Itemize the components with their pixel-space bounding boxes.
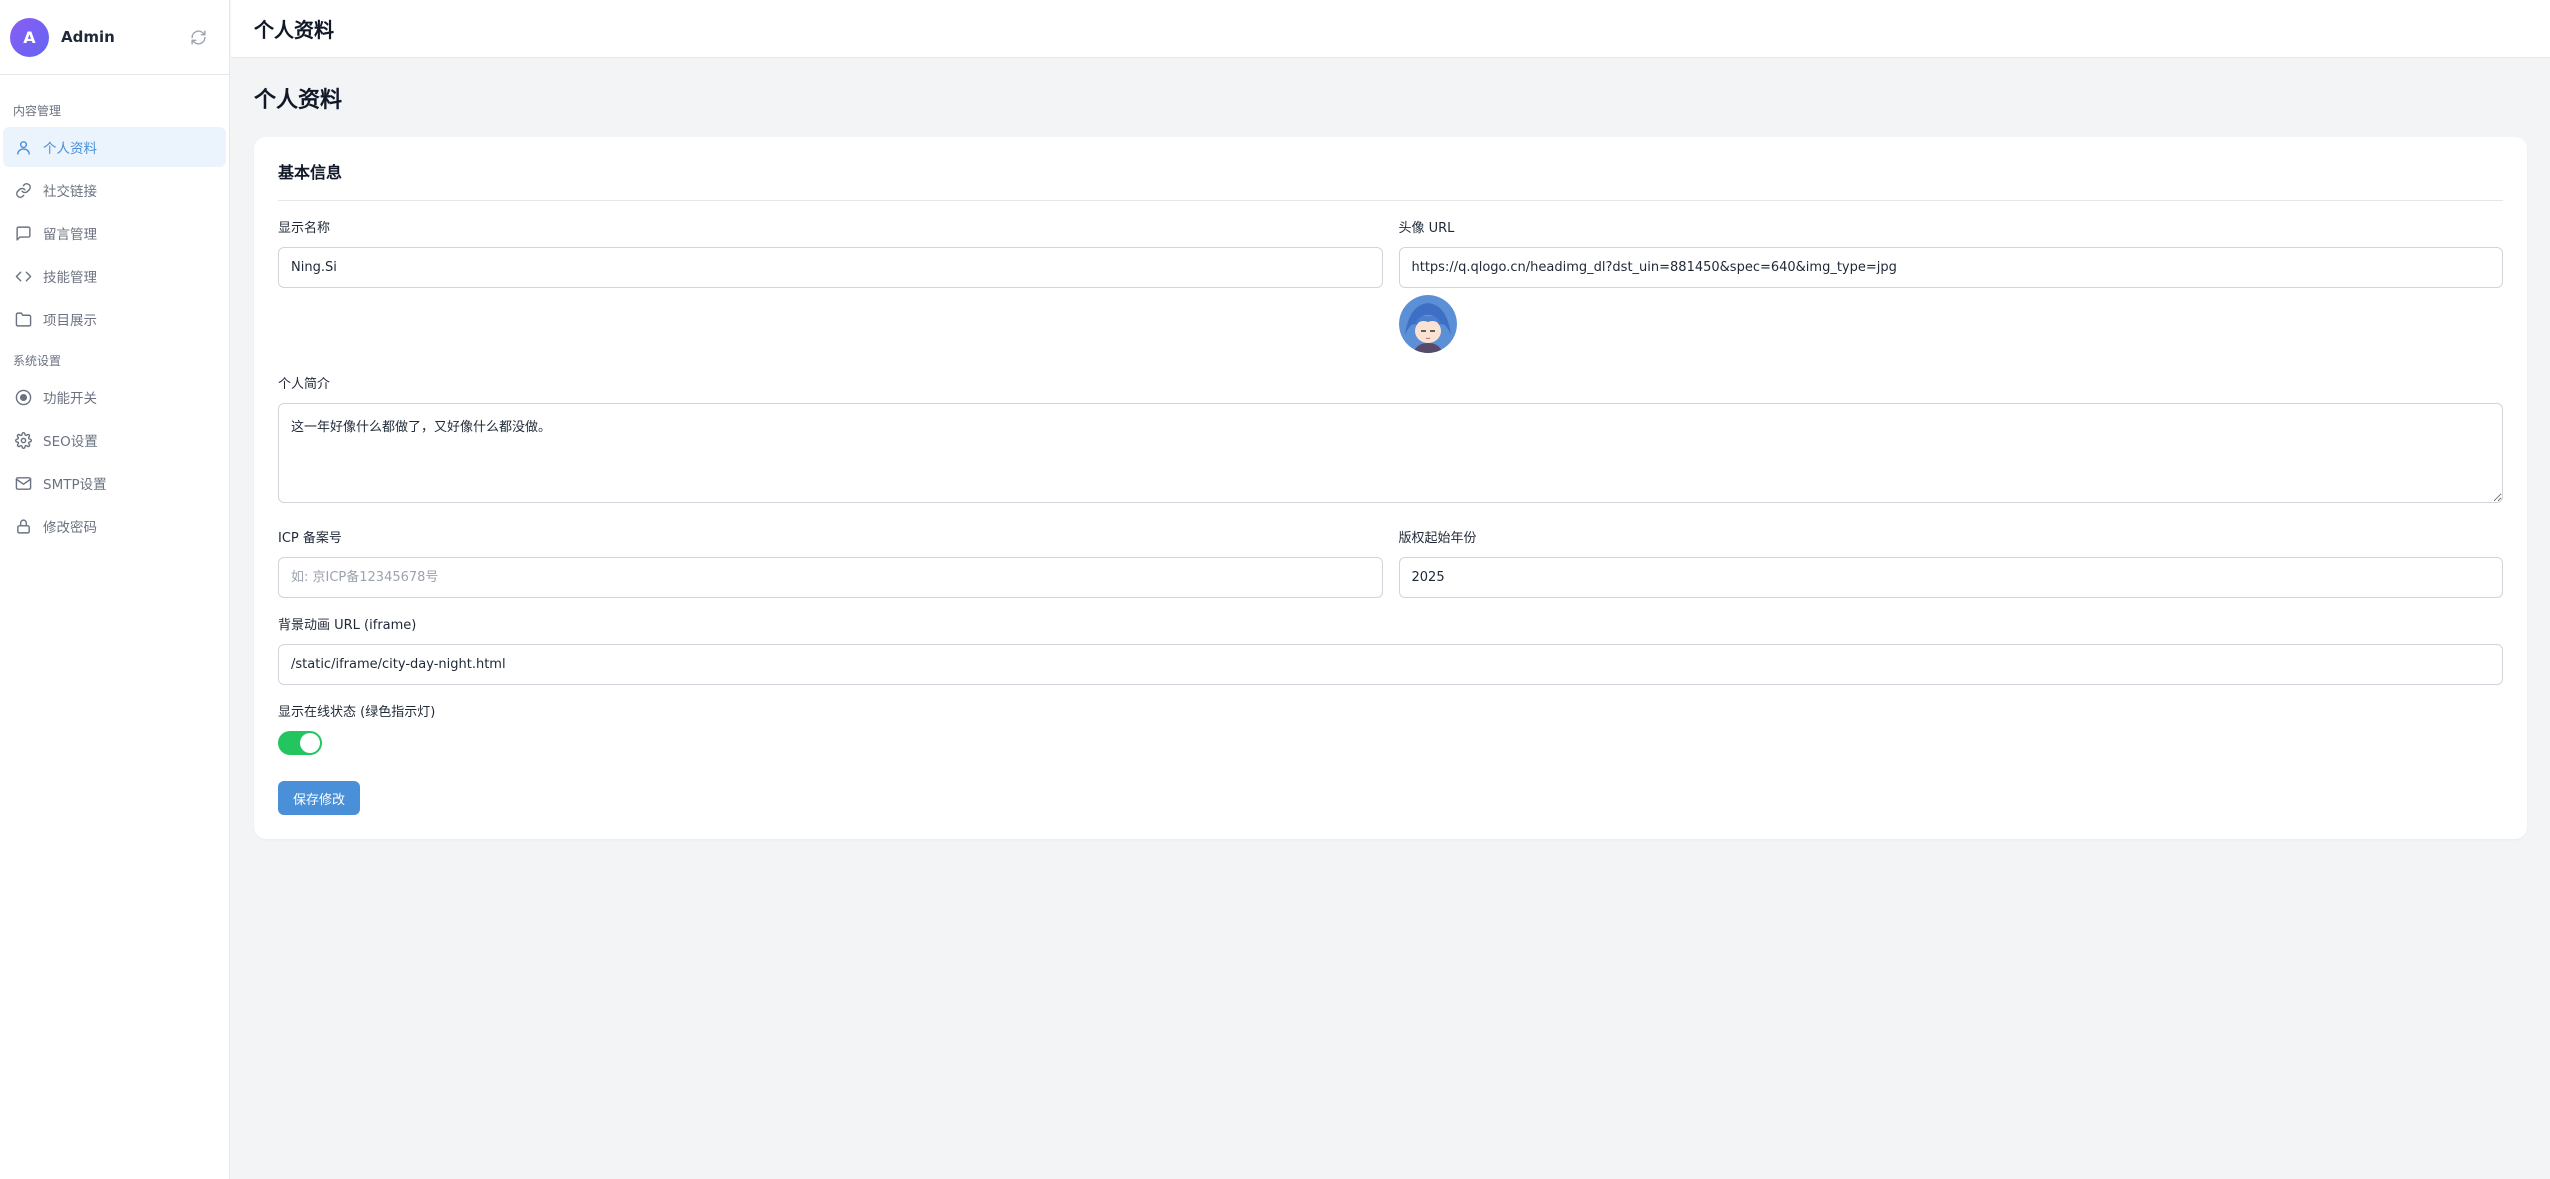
online-status-group: 显示在线状态 (绿色指示灯) xyxy=(278,703,2503,755)
main-content: 个人资料 基本信息 显示名称 头像 URL xyxy=(231,59,2550,1179)
nav-section-content: 内容管理 xyxy=(13,103,62,118)
sidebar: A Admin 内容管理 个人资料 社交链接 留言管理 技能管理 项目展示 系统… xyxy=(0,0,230,1179)
avatar-preview-image xyxy=(1398,295,1457,353)
bio-group: 个人简介 这一年好像什么都做了，又好像什么都没做。 xyxy=(278,375,2503,507)
sidebar-item-social-links[interactable]: 社交链接 xyxy=(3,170,226,210)
sidebar-item-label: 留言管理 xyxy=(43,227,97,243)
gear-icon xyxy=(15,431,32,449)
avatar: A xyxy=(10,17,49,57)
bio-label: 个人简介 xyxy=(278,377,331,392)
sidebar-item-label: 个人资料 xyxy=(43,141,97,157)
user-name: Admin xyxy=(61,28,115,46)
lock-icon xyxy=(17,518,30,534)
topbar: 个人资料 xyxy=(231,0,2550,58)
nav-section-system: 系统设置 xyxy=(13,353,62,368)
save-button[interactable]: 保存修改 xyxy=(278,781,361,815)
sidebar-item-profile[interactable]: 个人资料 xyxy=(3,127,226,167)
display-name-label: 显示名称 xyxy=(278,221,331,236)
display-name-input[interactable] xyxy=(278,247,1383,288)
message-icon xyxy=(16,225,31,241)
sidebar-item-label: SMTP设置 xyxy=(43,477,107,493)
sidebar-item-seo[interactable]: SEO设置 xyxy=(3,420,226,460)
bg-url-label: 背景动画 URL (iframe) xyxy=(278,618,417,633)
sidebar-item-label: 技能管理 xyxy=(43,270,97,286)
topbar-title: 个人资料 xyxy=(254,18,334,42)
display-name-group: 显示名称 xyxy=(278,201,1383,353)
sidebar-item-messages[interactable]: 留言管理 xyxy=(3,213,226,253)
icp-group: ICP 备案号 xyxy=(278,507,1383,598)
sidebar-item-label: 社交链接 xyxy=(43,184,97,200)
mail-icon xyxy=(15,476,32,490)
basic-info-card: 基本信息 显示名称 头像 URL xyxy=(254,137,2527,839)
sidebar-item-projects[interactable]: 项目展示 xyxy=(3,299,226,339)
sidebar-item-label: 项目展示 xyxy=(43,313,97,329)
sidebar-item-skills[interactable]: 技能管理 xyxy=(3,256,226,296)
toggle-knob xyxy=(300,733,320,753)
online-status-toggle[interactable] xyxy=(278,731,322,755)
row-name-avatar: 显示名称 头像 URL xyxy=(278,201,2503,353)
online-status-label: 显示在线状态 (绿色指示灯) xyxy=(278,705,436,720)
copyright-year-label: 版权起始年份 xyxy=(1398,531,1477,546)
bg-url-group: 背景动画 URL (iframe) xyxy=(278,616,2503,685)
sidebar-item-label: SEO设置 xyxy=(43,434,98,450)
code-icon xyxy=(15,271,32,281)
avatar-url-input[interactable] xyxy=(1398,247,2503,288)
bio-textarea[interactable]: 这一年好像什么都做了，又好像什么都没做。 xyxy=(278,403,2503,503)
icp-input[interactable] xyxy=(278,557,1383,598)
copyright-year-input[interactable] xyxy=(1398,557,2503,598)
sidebar-item-label: 修改密码 xyxy=(43,520,97,536)
avatar-url-label: 头像 URL xyxy=(1398,221,1455,236)
avatar-url-group: 头像 URL xyxy=(1398,201,2503,353)
refresh-icon[interactable] xyxy=(185,24,211,50)
folder-icon xyxy=(15,311,32,327)
sidebar-item-features[interactable]: 功能开关 xyxy=(3,377,226,417)
toggle-circle-icon xyxy=(15,389,32,405)
copyright-year-group: 版权起始年份 xyxy=(1398,507,2503,598)
sidebar-item-label: 功能开关 xyxy=(43,391,97,407)
card-title: 基本信息 xyxy=(278,159,2503,201)
sidebar-item-change-password[interactable]: 修改密码 xyxy=(3,506,226,546)
sidebar-item-smtp[interactable]: SMTP设置 xyxy=(3,463,226,503)
user-icon xyxy=(17,140,30,155)
icp-label: ICP 备案号 xyxy=(278,531,342,546)
row-icp-year: ICP 备案号 版权起始年份 xyxy=(278,507,2503,598)
page-title: 个人资料 xyxy=(254,88,343,113)
sidebar-header: A Admin xyxy=(0,0,229,75)
link-icon xyxy=(16,182,31,198)
bg-url-input[interactable] xyxy=(278,644,2503,685)
